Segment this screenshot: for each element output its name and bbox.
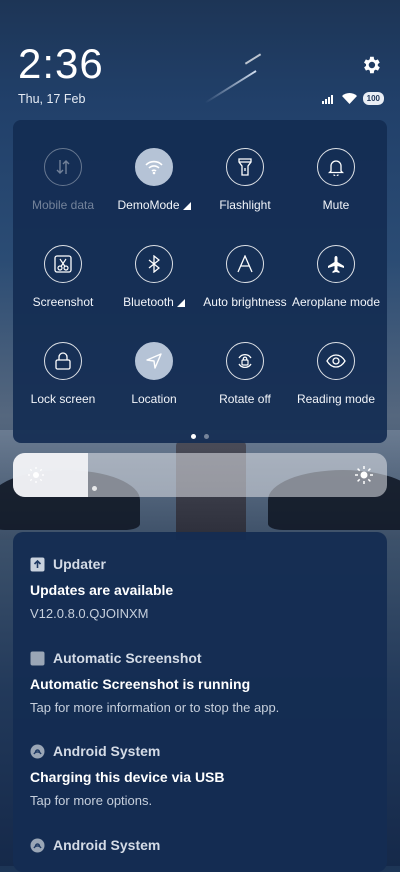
notification-app-name: Updater	[53, 556, 106, 572]
brightness-slider[interactable]	[13, 453, 387, 497]
scissors-icon	[44, 245, 82, 283]
brightness-thumb[interactable]	[92, 486, 97, 491]
wifi-icon	[135, 148, 173, 186]
tile-reading-mode[interactable]: Reading mode	[290, 342, 382, 406]
flashlight-icon	[226, 148, 264, 186]
status-icons: 100	[321, 92, 384, 105]
tile-label-text: Bluetooth	[123, 295, 174, 309]
tile-screenshot[interactable]: Screenshot	[17, 245, 109, 309]
wifi-status-icon	[341, 93, 357, 104]
brightness-high-icon	[355, 466, 373, 484]
app-square-icon	[30, 651, 45, 666]
notification-app-name: Automatic Screenshot	[53, 650, 202, 666]
tile-lock-screen[interactable]: Lock screen	[17, 342, 109, 406]
meteor-streak	[204, 70, 257, 104]
notification-android-system-2[interactable]: Android System	[30, 837, 370, 853]
notification-app-name: Android System	[53, 743, 161, 759]
notification-header: Automatic Screenshot	[30, 650, 370, 666]
notification-title: Automatic Screenshot is running	[30, 676, 251, 692]
android-system-icon	[30, 744, 45, 759]
gear-icon[interactable]	[360, 54, 382, 76]
notification-updater[interactable]: Updater Updates are available V12.0.8.0.…	[30, 556, 370, 621]
notification-header: Updater	[30, 556, 370, 572]
lock-icon	[44, 342, 82, 380]
eye-icon	[317, 342, 355, 380]
notification-header: Android System	[30, 743, 370, 759]
tile-mobile-data[interactable]: Mobile data	[17, 148, 109, 212]
clock[interactable]: 2:36	[18, 40, 104, 88]
bluetooth-icon	[135, 245, 173, 283]
tile-label: Reading mode	[296, 392, 376, 406]
tile-auto-brightness[interactable]: Auto brightness	[199, 245, 291, 309]
notification-automatic-screenshot[interactable]: Automatic Screenshot Automatic Screensho…	[30, 650, 370, 715]
quick-settings-panel: Mobile data DemoMode Flashlight Mute Scr…	[13, 120, 387, 443]
battery-indicator: 100	[362, 92, 384, 105]
tile-label: Mute	[322, 198, 350, 212]
notification-text: V12.0.8.0.QJOINXM	[30, 606, 149, 621]
tile-label: Aeroplane mode	[291, 295, 381, 309]
tile-label: Lock screen	[30, 392, 96, 406]
notification-header: Android System	[30, 837, 370, 853]
tile-label: Rotate off	[219, 392, 271, 406]
tile-label: Screenshot	[32, 295, 94, 309]
tile-mute[interactable]: Mute	[290, 148, 382, 212]
brightness-fill	[13, 453, 88, 497]
tile-label: Mobile data	[31, 198, 95, 212]
tile-label: Bluetooth	[108, 295, 200, 309]
tile-label: Auto brightness	[203, 295, 287, 309]
tile-label: Location	[131, 392, 177, 406]
tile-rotate[interactable]: Rotate off	[199, 342, 291, 406]
mobile-data-icon	[44, 148, 82, 186]
tile-label-text: DemoMode	[117, 198, 180, 212]
location-icon	[135, 342, 173, 380]
airplane-icon	[317, 245, 355, 283]
tile-wifi[interactable]: DemoMode	[108, 148, 200, 212]
page-indicator	[13, 434, 387, 439]
signal-triangle-icon	[176, 298, 185, 307]
notification-android-system[interactable]: Android System Charging this device via …	[30, 743, 370, 808]
tile-label: Flashlight	[219, 198, 271, 212]
cell-signal-icon	[321, 94, 333, 104]
tile-flashlight[interactable]: Flashlight	[199, 148, 291, 212]
notification-title: Charging this device via USB	[30, 769, 225, 785]
tile-aeroplane-mode[interactable]: Aeroplane mode	[290, 245, 382, 309]
android-system-icon	[30, 838, 45, 853]
signal-triangle-icon	[182, 201, 191, 210]
tile-label: DemoMode	[108, 198, 200, 212]
notification-text: Tap for more information or to stop the …	[30, 700, 280, 715]
notification-title: Updates are available	[30, 582, 174, 598]
page-dot-active[interactable]	[191, 434, 196, 439]
page-dot[interactable]	[204, 434, 209, 439]
date[interactable]: Thu, 17 Feb	[18, 92, 85, 106]
rotate-lock-icon	[226, 342, 264, 380]
notification-app-name: Android System	[53, 837, 161, 853]
meteor-streak-small	[244, 53, 262, 65]
updater-icon	[30, 557, 45, 572]
notification-panel: Updater Updates are available V12.0.8.0.…	[13, 532, 387, 872]
brightness-low-icon	[28, 467, 44, 483]
auto-brightness-icon	[226, 245, 264, 283]
notification-text: Tap for more options.	[30, 793, 153, 808]
tile-location[interactable]: Location	[108, 342, 200, 406]
bell-icon	[317, 148, 355, 186]
tile-bluetooth[interactable]: Bluetooth	[108, 245, 200, 309]
